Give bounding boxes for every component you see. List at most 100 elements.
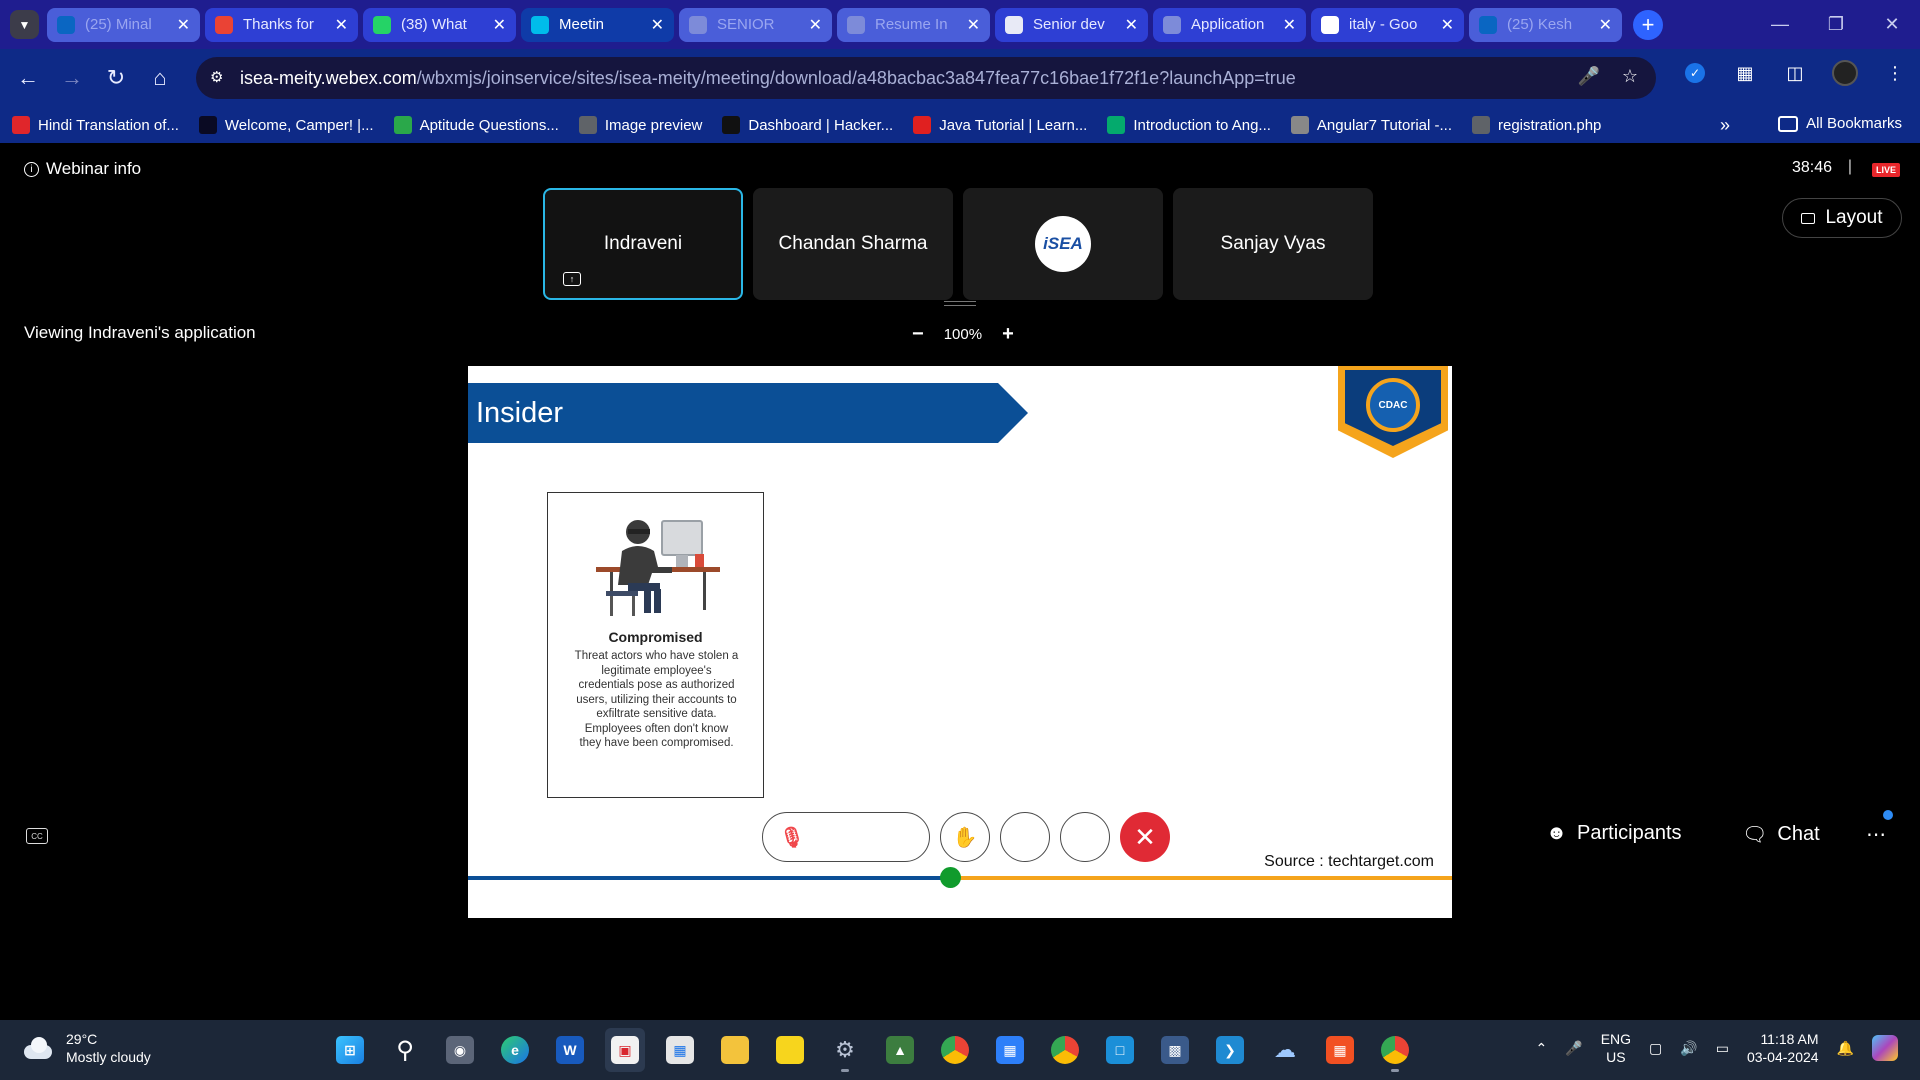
participant-tile-chandan-sharma[interactable]: Chandan Sharma xyxy=(753,188,953,300)
close-window-button[interactable]: ✕ xyxy=(1864,0,1920,49)
browser-tab[interactable]: Thanks for ✕ xyxy=(205,7,358,42)
bookmark-item[interactable]: Hindi Translation of... xyxy=(12,116,179,134)
bookmark-item[interactable]: Image preview xyxy=(578,116,702,134)
close-tab-icon[interactable]: ✕ xyxy=(493,15,506,35)
browser-tab[interactable]: Application ✕ xyxy=(1153,7,1306,42)
language-indicator[interactable]: ENG US xyxy=(1601,1030,1631,1066)
more-bookmarks-button[interactable]: » xyxy=(1720,115,1730,136)
participant-tile-isea[interactable]: iSEA xyxy=(963,188,1163,300)
bookmark-item[interactable]: Welcome, Camper! |... xyxy=(198,116,374,134)
site-info-icon[interactable]: ⚙ xyxy=(210,68,230,88)
browser-tab[interactable]: Meetin ✕ xyxy=(521,7,674,42)
word-app[interactable]: W xyxy=(550,1028,590,1072)
bookmark-item[interactable]: registration.php xyxy=(1472,116,1601,134)
webinar-info-button[interactable]: i Webinar info xyxy=(24,159,141,179)
office-app[interactable]: ▦ xyxy=(1320,1028,1360,1072)
tab-search-button[interactable]: ▼ xyxy=(10,10,39,39)
restore-button[interactable]: ❐ xyxy=(1808,0,1864,49)
reload-button[interactable]: ↻ xyxy=(94,56,138,100)
close-tab-icon[interactable]: ✕ xyxy=(651,15,664,35)
bookmark-item[interactable]: Dashboard | Hacker... xyxy=(722,116,893,134)
participant-tile-indraveni[interactable]: Indraveni ↑ xyxy=(543,188,743,300)
more-options-button[interactable]: ⋯ xyxy=(1060,812,1110,862)
copilot-icon[interactable] xyxy=(1872,1035,1898,1061)
notifications-bell-icon[interactable]: 🔔 xyxy=(1837,1040,1854,1057)
close-tab-icon[interactable]: ✕ xyxy=(1599,15,1612,35)
weather-widget[interactable]: 29°C Mostly cloudy xyxy=(22,1030,151,1066)
close-tab-icon[interactable]: ✕ xyxy=(177,15,190,35)
network-app[interactable]: ▩ xyxy=(1155,1028,1195,1072)
participant-tile-sanjay-vyas[interactable]: Sanjay Vyas xyxy=(1173,188,1373,300)
chrome-profile-app[interactable] xyxy=(1045,1028,1085,1072)
search-button[interactable]: ⚲ xyxy=(385,1028,425,1072)
minimize-button[interactable]: — xyxy=(1752,0,1808,49)
chevron-down-icon[interactable]: ⌄ xyxy=(903,830,913,844)
chrome-dev-app[interactable] xyxy=(1375,1028,1415,1072)
vscode-app[interactable]: ❯ xyxy=(1210,1028,1250,1072)
layout-button[interactable]: Layout xyxy=(1782,198,1902,238)
browser-tab[interactable]: Resume In ✕ xyxy=(837,7,990,42)
browser-tab[interactable]: (25) Minal ✕ xyxy=(47,7,200,42)
zoom-in-button[interactable]: + xyxy=(1002,323,1014,346)
bookmark-star-icon[interactable]: ☆ xyxy=(1622,66,1638,87)
sticky-notes-app[interactable] xyxy=(770,1028,810,1072)
start-button[interactable]: ⊞ xyxy=(330,1028,370,1072)
chat-button[interactable]: 🗨 Chat xyxy=(1742,822,1820,847)
settings-app[interactable]: ⚙ xyxy=(825,1028,865,1072)
home-button[interactable]: ⌂ xyxy=(138,56,182,100)
forward-button[interactable]: → xyxy=(50,56,94,100)
side-panel-icon[interactable]: ◫ xyxy=(1782,60,1808,86)
close-tab-icon[interactable]: ✕ xyxy=(335,15,348,35)
volume-icon[interactable]: 🔊 xyxy=(1680,1040,1697,1057)
browser-tab[interactable]: SENIOR ✕ xyxy=(679,7,832,42)
layout-label: Layout xyxy=(1825,207,1883,228)
close-tab-icon[interactable]: ✕ xyxy=(967,15,980,35)
profile-avatar[interactable] xyxy=(1832,60,1858,86)
browser-tab[interactable]: italy - Goo ✕ xyxy=(1311,7,1464,42)
bookmark-item[interactable]: Java Tutorial | Learn... xyxy=(913,116,1087,134)
webex-app[interactable]: ▣ xyxy=(605,1028,645,1072)
leave-meeting-button[interactable]: ✕ xyxy=(1120,812,1170,862)
close-tab-icon[interactable]: ✕ xyxy=(1283,15,1296,35)
microphone-icon[interactable]: 🎤 xyxy=(1577,66,1599,87)
bookmark-item[interactable]: Introduction to Ang... xyxy=(1107,116,1271,134)
new-tab-button[interactable]: + xyxy=(1633,9,1663,40)
edge-app[interactable]: e xyxy=(495,1028,535,1072)
network-icon[interactable]: ▢ xyxy=(1649,1040,1662,1057)
microphone-icon[interactable]: 🎤 xyxy=(1565,1040,1582,1057)
more-panels-button[interactable]: ⋯ xyxy=(1866,822,1886,847)
resize-handle[interactable] xyxy=(944,301,976,306)
calendar-app[interactable]: ▦ xyxy=(990,1028,1030,1072)
all-bookmarks-button[interactable]: All Bookmarks xyxy=(1778,115,1902,132)
bookmark-item[interactable]: Angular7 Tutorial -... xyxy=(1290,116,1452,134)
reactions-button[interactable]: ☺ xyxy=(1000,812,1050,862)
close-tab-icon[interactable]: ✕ xyxy=(1125,15,1138,35)
extensions-puzzle-icon[interactable]: ▦ xyxy=(1732,60,1758,86)
zoom-out-button[interactable]: − xyxy=(912,323,924,346)
clock[interactable]: 11:18 AM 03-04-2024 xyxy=(1747,1030,1819,1066)
battery-icon[interactable]: ▭ xyxy=(1716,1040,1729,1057)
store-app[interactable]: ▦ xyxy=(660,1028,700,1072)
chevron-up-icon[interactable]: ⌃ xyxy=(1536,1040,1548,1057)
address-bar[interactable]: ⚙ isea-meity.webex.com/wbxmjs/joinservic… xyxy=(196,57,1656,99)
closed-captions-button[interactable]: CC xyxy=(26,828,48,844)
close-tab-icon[interactable]: ✕ xyxy=(1441,15,1454,35)
back-button[interactable]: ← xyxy=(6,56,50,100)
browser-menu-icon[interactable]: ⋮ xyxy=(1882,60,1908,86)
browser-tab[interactable]: Senior dev ✕ xyxy=(995,7,1148,42)
raise-hand-button[interactable]: ✋ xyxy=(940,812,990,862)
file-explorer-app[interactable] xyxy=(715,1028,755,1072)
photos-app[interactable]: ▲ xyxy=(880,1028,920,1072)
remote-app[interactable]: □ xyxy=(1100,1028,1140,1072)
unmute-button[interactable]: 🎙 Unmute ⌄ xyxy=(762,812,930,862)
extension-check-icon[interactable]: ✓ xyxy=(1682,60,1708,86)
weather-condition: Mostly cloudy xyxy=(66,1049,151,1065)
close-tab-icon[interactable]: ✕ xyxy=(809,15,822,35)
chrome-app[interactable] xyxy=(935,1028,975,1072)
participants-button[interactable]: ☻ Participants xyxy=(1546,822,1682,845)
camera-app[interactable]: ◉ xyxy=(440,1028,480,1072)
browser-tab[interactable]: (25) Kesh ✕ xyxy=(1469,7,1622,42)
bookmark-item[interactable]: Aptitude Questions... xyxy=(393,116,559,134)
onedrive-app[interactable]: ☁ xyxy=(1265,1028,1305,1072)
browser-tab[interactable]: (38) What ✕ xyxy=(363,7,516,42)
